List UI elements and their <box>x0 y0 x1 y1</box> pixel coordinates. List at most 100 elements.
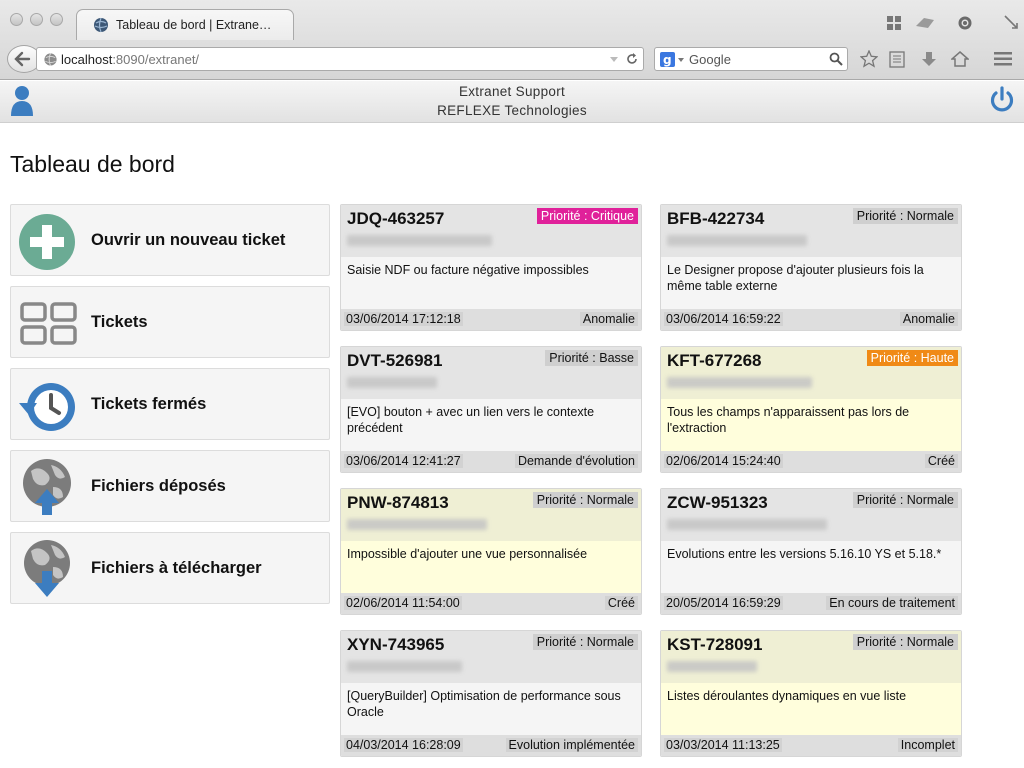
search-bar[interactable]: g Google <box>654 47 848 71</box>
menu-label: Tickets fermés <box>91 395 207 413</box>
menu-tickets[interactable]: Tickets <box>10 286 330 358</box>
ticket-id: KST-728091 <box>667 635 763 654</box>
ticket-card[interactable]: DVT-526981 Priorité : Basse [EVO] bouton … <box>340 346 642 473</box>
reload-icon[interactable] <box>625 52 639 66</box>
ticket-id: JDQ-463257 <box>347 209 445 228</box>
ticket-status: Créé <box>604 596 638 610</box>
ticket-date: 03/06/2014 16:59:22 <box>664 312 783 326</box>
menu-label: Fichiers à télécharger <box>91 559 262 577</box>
priority-badge: Priorité : Normale <box>532 492 638 508</box>
window-resize-icon[interactable] <box>1003 14 1019 30</box>
url-bar[interactable]: localhost:8090/extranet/ <box>36 47 644 71</box>
redacted-text <box>667 377 812 388</box>
priority-badge: Priorité : Critique <box>536 208 638 224</box>
redacted-text <box>347 661 462 672</box>
ticket-id: DVT-526981 <box>347 351 443 370</box>
globe-download-icon <box>24 540 70 597</box>
history-clock-icon <box>19 383 75 431</box>
ticket-status: En cours de traitement <box>826 596 958 610</box>
site-globe-icon <box>44 53 57 66</box>
redacted-text <box>667 519 827 530</box>
zoom-window-button[interactable] <box>50 13 63 26</box>
app-header: Extranet Support REFLEXE Technologies <box>0 81 1024 123</box>
app-title-line1: Extranet Support <box>458 84 566 99</box>
ticket-date: 02/06/2014 15:24:40 <box>664 454 783 468</box>
home-icon[interactable] <box>951 51 969 67</box>
priority-badge: Priorité : Normale <box>532 634 638 650</box>
extension-icon[interactable] <box>914 14 936 32</box>
svg-text:g: g <box>663 53 672 67</box>
ticket-id: PNW-874813 <box>347 493 449 512</box>
bookmark-star-icon[interactable] <box>860 50 878 68</box>
search-icon[interactable] <box>829 52 843 66</box>
redacted-text <box>347 235 492 246</box>
ticket-status: Anomalie <box>899 312 958 326</box>
bookmarks-menu-icon[interactable] <box>889 51 905 68</box>
browser-tab[interactable]: Tableau de bord | Extrane… <box>76 9 294 40</box>
ticket-date: 03/06/2014 12:41:27 <box>344 454 463 468</box>
ticket-status: Demande d'évolution <box>514 454 638 468</box>
redacted-text <box>667 661 757 672</box>
ticket-description: [QueryBuilder] Optimisation de performan… <box>347 689 621 719</box>
ticket-description: Tous les champs n'apparaissent pas lors … <box>667 405 910 435</box>
ticket-card[interactable]: BFB-422734 Priorité : Normale Le Designer… <box>660 204 962 331</box>
download-icon[interactable] <box>921 51 937 68</box>
browser-chrome: Tableau de bord | Extrane… localhost:809… <box>0 0 1024 80</box>
ticket-status: Incomplet <box>897 738 958 752</box>
ticket-status: Anomalie <box>579 312 638 326</box>
priority-badge: Priorité : Normale <box>852 492 958 508</box>
menu-label: Ouvrir un nouveau ticket <box>91 231 286 249</box>
app-title-line2: REFLEXE Technologies <box>437 103 587 118</box>
tab-groups-icon[interactable] <box>886 15 902 31</box>
ticket-id: XYN-743965 <box>347 635 445 654</box>
ticket-date: 20/05/2014 16:59:29 <box>664 596 783 610</box>
redacted-text <box>347 519 487 530</box>
ticket-description: Le Designer propose d'ajouter plusieurs … <box>667 263 924 293</box>
ticket-date: 03/03/2014 11:13:25 <box>664 738 782 752</box>
ticket-card[interactable]: KST-728091 Priorité : Normale Listes déro… <box>660 630 962 757</box>
ticket-card[interactable]: PNW-874813 Priorité : Normale Impossible … <box>340 488 642 615</box>
menu-download-files[interactable]: Fichiers à télécharger <box>10 532 330 604</box>
ticket-card[interactable]: ZCW-951323 Priorité : Normale Evolutions … <box>660 488 962 615</box>
minimize-window-button[interactable] <box>30 13 43 26</box>
priority-badge: Priorité : Basse <box>545 350 638 366</box>
url-history-dropdown-icon[interactable] <box>609 56 619 64</box>
redacted-text <box>667 235 807 246</box>
ticket-date: 04/03/2014 16:28:09 <box>344 738 463 752</box>
ticket-description: Impossible d'ajouter une vue personnalis… <box>347 547 588 561</box>
close-window-button[interactable] <box>10 13 23 26</box>
ticket-description: [EVO] bouton + avec un lien vers le cont… <box>347 405 595 435</box>
ticket-date: 03/06/2014 17:12:18 <box>344 312 463 326</box>
menu-uploaded-files[interactable]: Fichiers déposés <box>10 450 330 522</box>
ticket-id: KFT-677268 <box>667 351 762 370</box>
priority-badge: Priorité : Haute <box>866 350 958 366</box>
menu-closed-tickets[interactable]: Tickets fermés <box>10 368 330 440</box>
menu-label: Fichiers déposés <box>91 477 226 495</box>
hamburger-menu-icon[interactable] <box>994 52 1012 66</box>
google-engine-icon[interactable]: g <box>660 52 686 67</box>
ticket-description: Saisie NDF ou facture négative impossibl… <box>347 263 589 277</box>
priority-badge: Priorité : Normale <box>852 208 958 224</box>
ticket-date: 02/06/2014 11:54:00 <box>344 596 462 610</box>
plus-circle-icon <box>19 214 75 270</box>
ticket-id: ZCW-951323 <box>667 493 768 512</box>
logout-power-icon[interactable] <box>989 86 1015 114</box>
favicon-globe-icon <box>94 17 108 33</box>
globe-upload-icon <box>23 459 71 515</box>
ticket-id: BFB-422734 <box>667 209 765 228</box>
ticket-card[interactable]: JDQ-463257 Priorité : Critique Saisie NDF… <box>340 204 642 331</box>
priority-badge: Priorité : Normale <box>852 634 958 650</box>
ticket-card[interactable]: KFT-677268 Priorité : Haute Tous les cham… <box>660 346 962 473</box>
tab-title: Tableau de bord | Extrane… <box>116 18 272 32</box>
ticket-description: Listes déroulantes dynamiques en vue lis… <box>667 689 907 703</box>
menu-new-ticket[interactable]: Ouvrir un nouveau ticket <box>10 204 330 276</box>
ticket-status: Evolution implémentée <box>505 738 638 752</box>
ticket-card[interactable]: XYN-743965 Priorité : Normale [QueryBuild… <box>340 630 642 757</box>
grid-icon <box>20 302 77 345</box>
url-text: localhost:8090/extranet/ <box>61 52 200 67</box>
menu-label: Tickets <box>91 313 148 331</box>
gear-icon[interactable] <box>956 14 974 32</box>
ticket-status: Créé <box>924 454 958 468</box>
search-placeholder: Google <box>689 52 731 67</box>
page-title: Tableau de bord <box>10 151 175 177</box>
